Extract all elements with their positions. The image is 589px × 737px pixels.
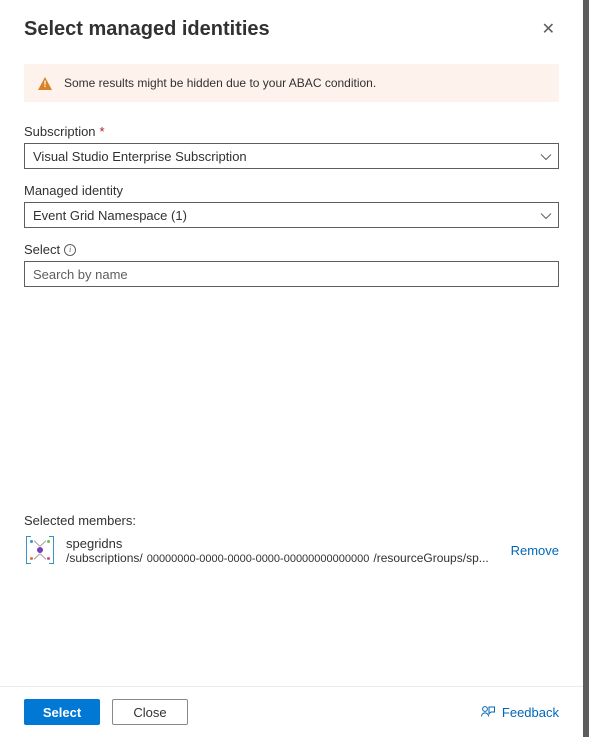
selected-members-label: Selected members:: [24, 513, 559, 528]
warning-icon: [38, 77, 52, 90]
subscription-dropdown[interactable]: Visual Studio Enterprise Subscription: [24, 143, 559, 169]
required-indicator: *: [100, 124, 105, 139]
managed-identity-label: Managed identity: [24, 183, 559, 198]
close-icon[interactable]: ✕: [538, 18, 559, 42]
managed-identity-value: Event Grid Namespace (1): [33, 208, 187, 223]
select-button[interactable]: Select: [24, 699, 100, 725]
remove-link[interactable]: Remove: [511, 543, 559, 558]
chevron-down-icon: [540, 151, 550, 161]
member-name: spegridns: [66, 536, 495, 551]
feedback-link[interactable]: Feedback: [480, 704, 559, 720]
select-label: Select i: [24, 242, 559, 257]
warning-text: Some results might be hidden due to your…: [64, 76, 376, 90]
subscription-label: Subscription *: [24, 124, 559, 139]
subscription-value: Visual Studio Enterprise Subscription: [33, 149, 247, 164]
member-path: /subscriptions/ 00000000-0000-0000-0000-…: [66, 551, 495, 565]
info-icon[interactable]: i: [64, 244, 76, 256]
panel-title: Select managed identities: [24, 18, 270, 41]
event-grid-icon: [24, 534, 56, 566]
managed-identity-dropdown[interactable]: Event Grid Namespace (1): [24, 202, 559, 228]
warning-banner: Some results might be hidden due to your…: [24, 64, 559, 102]
search-input-wrapper[interactable]: [24, 261, 559, 287]
search-input[interactable]: [33, 267, 550, 282]
close-button[interactable]: Close: [112, 699, 188, 725]
chevron-down-icon: [540, 210, 550, 220]
feedback-icon: [480, 704, 496, 720]
selected-member-row: spegridns /subscriptions/ 00000000-0000-…: [24, 534, 559, 566]
